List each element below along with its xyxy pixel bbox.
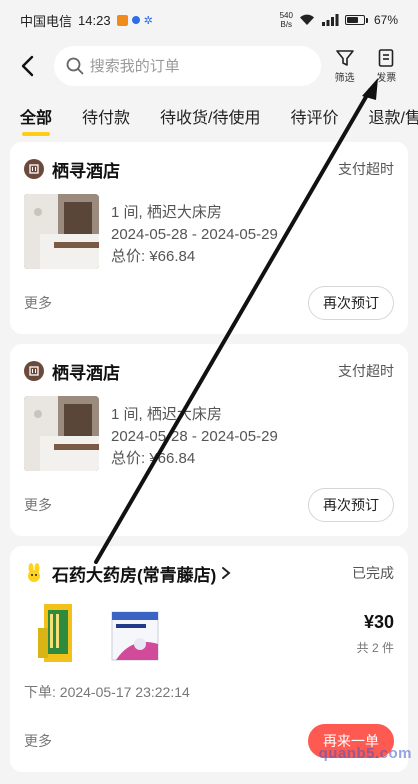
back-button[interactable] <box>14 51 40 81</box>
tab-pending-receipt[interactable]: 待收货/待使用 <box>160 96 260 128</box>
tab-pending-payment[interactable]: 待付款 <box>82 96 130 128</box>
watermark: quanb5.com <box>318 745 412 762</box>
tab-pending-review[interactable]: 待评价 <box>290 96 338 128</box>
wifi-icon <box>299 14 314 25</box>
pharmacy-logo-icon <box>24 563 44 583</box>
rebook-button[interactable]: 再次预订 <box>308 488 394 522</box>
status-bar: 中国电信 14:23 ✲ 540 B/s 67% <box>0 0 418 40</box>
tab-all[interactable]: 全部 <box>20 96 52 136</box>
app-notification-icon <box>131 16 140 24</box>
order-status: 已完成 <box>352 565 394 581</box>
room-info: 1 间, 栖迟大床房 <box>111 406 222 423</box>
gear-icon: ✲ <box>143 14 153 27</box>
search-box[interactable] <box>53 46 321 86</box>
total-price: 总价: ¥66.84 <box>111 248 196 265</box>
room-info: 1 间, 栖迟大床房 <box>111 204 222 221</box>
shop-name[interactable]: 栖寻酒店 <box>52 157 120 182</box>
product-thumbnail[interactable] <box>102 600 168 666</box>
top-bar: 筛选 发票 <box>0 40 418 92</box>
filter-button[interactable]: 筛选 <box>327 48 363 84</box>
hotel-icon <box>24 159 44 179</box>
order-tabs: 全部 待付款 待收货/待使用 待评价 退款/售后 <box>0 96 418 136</box>
stay-dates: 2024-05-28 - 2024-05-29 <box>111 226 278 243</box>
battery-percent: 67% <box>373 13 398 27</box>
order-price: ¥30 <box>363 612 394 632</box>
notification-icons: ✲ <box>116 14 153 27</box>
stay-dates: 2024-05-28 - 2024-05-29 <box>111 428 278 445</box>
order-status: 支付超时 <box>338 363 394 379</box>
shop-name[interactable]: 石药大药房(常青藤店) <box>52 561 216 586</box>
app-notification-icon <box>116 14 128 26</box>
carrier-label: 中国电信 <box>20 13 73 29</box>
invoice-icon <box>378 49 394 67</box>
order-card[interactable]: 石药大药房(常青藤店) 已完成 ¥30 共 2 件 下单: 2024-05-17… <box>10 546 408 772</box>
hotel-room-thumbnail[interactable] <box>24 396 99 471</box>
order-time: 下单: 2024-05-17 23:22:14 <box>24 684 190 700</box>
chevron-right-icon <box>222 567 231 579</box>
rebook-button[interactable]: 再次预订 <box>308 286 394 320</box>
total-price: 总价: ¥66.84 <box>111 450 196 467</box>
more-link[interactable]: 更多 <box>24 495 52 515</box>
clock: 14:23 <box>78 12 111 28</box>
back-arrow-icon <box>21 55 34 77</box>
filter-label: 筛选 <box>334 73 355 84</box>
order-status: 支付超时 <box>338 161 394 177</box>
signal-icon <box>321 14 339 26</box>
shop-name[interactable]: 栖寻酒店 <box>52 359 120 384</box>
more-link[interactable]: 更多 <box>24 293 52 313</box>
network-speed: 540 B/s <box>279 11 293 29</box>
hotel-room-thumbnail[interactable] <box>24 194 99 269</box>
invoice-label: 发票 <box>376 73 397 84</box>
item-count: 共 2 件 <box>356 641 394 655</box>
search-icon <box>66 57 84 75</box>
hotel-icon <box>24 361 44 381</box>
order-card[interactable]: 栖寻酒店 支付超时 1 间, 栖迟大床房 2024-05-28 - 2024-0… <box>10 344 408 536</box>
battery-icon <box>344 15 368 25</box>
filter-icon <box>335 50 354 66</box>
tab-refund[interactable]: 退款/售后 <box>369 96 418 128</box>
search-input[interactable] <box>89 57 290 75</box>
more-link[interactable]: 更多 <box>24 731 52 751</box>
invoice-button[interactable]: 发票 <box>368 48 404 84</box>
order-card[interactable]: 栖寻酒店 支付超时 1 间, 栖迟大床房 2024-05-28 - 2024-0… <box>10 142 408 334</box>
product-thumbnail[interactable] <box>24 600 90 666</box>
